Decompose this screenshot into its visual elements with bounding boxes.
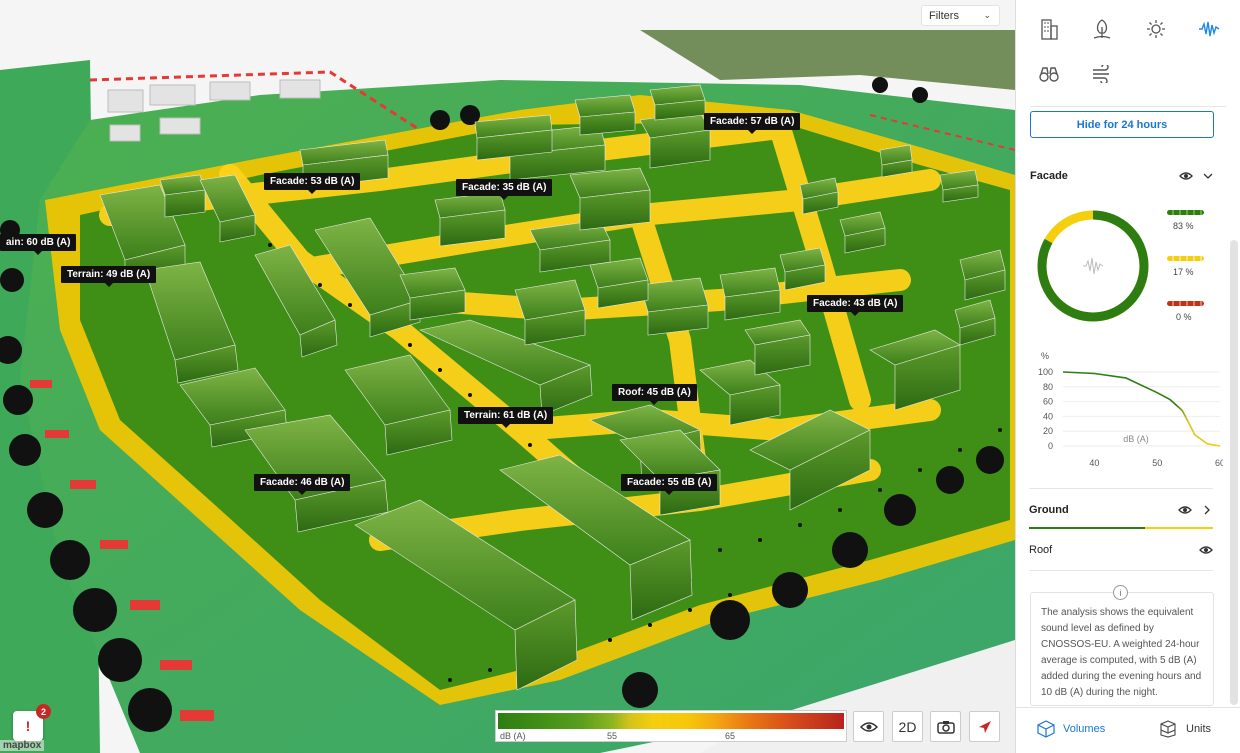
map-label[interactable]: Terrain: 49 dB (A)	[61, 266, 157, 287]
units-tab[interactable]: Units	[1158, 720, 1211, 738]
share-green-pct: 83 %	[1173, 221, 1194, 231]
share-swatch-yellow	[1167, 256, 1204, 261]
info-text: The analysis shows the equivalent sound …	[1041, 607, 1202, 698]
map-label[interactable]: Facade: 55 dB (A)	[621, 474, 718, 495]
map-label[interactable]: Facade: 57 dB (A)	[704, 113, 801, 134]
map-label[interactable]: Facade: 43 dB (A)	[807, 295, 904, 316]
legend-unit: dB (A)	[500, 731, 526, 741]
ground-controls[interactable]	[1178, 503, 1218, 517]
share-swatch-green	[1167, 210, 1204, 215]
eye-icon	[1179, 172, 1193, 180]
y-tick-label: 100	[1038, 367, 1053, 377]
hide-24h-button[interactable]: Hide for 24 hours	[1030, 111, 1214, 138]
camera-icon	[936, 720, 955, 734]
analysis-info-box: The analysis shows the equivalent sound …	[1030, 592, 1214, 706]
filters-dropdown[interactable]: Filters ⌄	[921, 5, 1000, 26]
units-cubes-icon	[1160, 720, 1176, 738]
compass-button[interactable]	[969, 711, 1000, 742]
map-label[interactable]: Roof: 45 dB (A)	[612, 384, 697, 405]
eye-icon	[1178, 506, 1192, 514]
map-label[interactable]: Facade: 53 dB (A)	[264, 173, 361, 194]
noise-map-canvas[interactable]	[0, 0, 1015, 753]
share-yellow-pct: 17 %	[1173, 267, 1194, 277]
sound-wave-icon[interactable]	[1196, 16, 1222, 42]
tree-icon[interactable]	[1089, 16, 1115, 42]
mapbox-attribution[interactable]: mapbox	[0, 740, 45, 751]
noise-distribution-chart: % 100 80 60 40 20 0 40 50 60 dB (A)	[1038, 351, 1223, 468]
compass-icon	[978, 720, 991, 733]
info-icon: i	[1113, 585, 1128, 600]
x-tick-label: 40	[1089, 458, 1099, 468]
sun-icon[interactable]	[1143, 16, 1169, 42]
cube-icon	[1037, 720, 1055, 738]
chevron-down-icon: ⌄	[983, 10, 991, 20]
x-tick-label: 50	[1152, 458, 1162, 468]
y-tick-label: 60	[1043, 397, 1053, 407]
2d-toggle-button[interactable]: 2D	[892, 711, 923, 742]
facade-donut-chart	[1037, 210, 1149, 322]
panel-scrollbar[interactable]	[1230, 240, 1238, 705]
x-tick-label: 60	[1215, 458, 1223, 468]
alert-icon: !	[25, 718, 31, 734]
noise-color-scale	[498, 713, 844, 729]
y-tick-label: 80	[1043, 382, 1053, 392]
volumes-tab[interactable]: Volumes	[1037, 720, 1105, 738]
units-label: Units	[1186, 723, 1212, 735]
eye-icon	[859, 721, 878, 732]
filters-label: Filters	[929, 9, 959, 22]
eye-icon[interactable]	[1199, 543, 1215, 557]
wind-icon[interactable]	[1089, 61, 1115, 87]
ground-title: Ground	[1029, 504, 1069, 516]
noise-legend: dB (A) 55 65	[495, 710, 847, 742]
y-tick-label: 0	[1048, 441, 1053, 451]
share-red-pct: 0 %	[1176, 312, 1192, 322]
map-label[interactable]: Facade: 35 dB (A)	[456, 179, 553, 200]
ground-share-bar-yellow	[1145, 527, 1213, 529]
screenshot-button[interactable]	[930, 711, 961, 742]
map-view[interactable]: Filters ⌄ Facade: 57 dB (A) Facade: 53 d…	[0, 0, 1015, 753]
notifications-button[interactable]: ! 2	[13, 704, 51, 741]
visibility-button[interactable]	[853, 711, 884, 742]
binoculars-icon[interactable]	[1036, 61, 1062, 87]
ground-share-bar-green	[1029, 527, 1145, 529]
volumes-label: Volumes	[1063, 723, 1106, 735]
map-label[interactable]: ain: 60 dB (A)	[0, 234, 77, 255]
legend-tick: 65	[725, 731, 736, 741]
y-unit-label: %	[1041, 351, 1049, 361]
notification-count-badge: 2	[36, 704, 51, 719]
map-label[interactable]: Terrain: 61 dB (A)	[458, 407, 554, 428]
chevron-right-icon	[1204, 505, 1210, 515]
building-icon[interactable]	[1036, 16, 1062, 42]
roof-title: Roof	[1029, 544, 1053, 556]
share-swatch-red	[1167, 301, 1204, 306]
facade-controls[interactable]	[1179, 169, 1219, 183]
y-tick-label: 20	[1043, 426, 1053, 436]
y-tick-label: 40	[1043, 411, 1053, 421]
facade-title: Facade	[1030, 170, 1068, 182]
map-label[interactable]: Facade: 46 dB (A)	[254, 474, 351, 495]
legend-tick: 55	[607, 731, 618, 741]
chevron-down-icon	[1203, 173, 1213, 179]
x-axis-label: dB (A)	[1123, 434, 1149, 444]
